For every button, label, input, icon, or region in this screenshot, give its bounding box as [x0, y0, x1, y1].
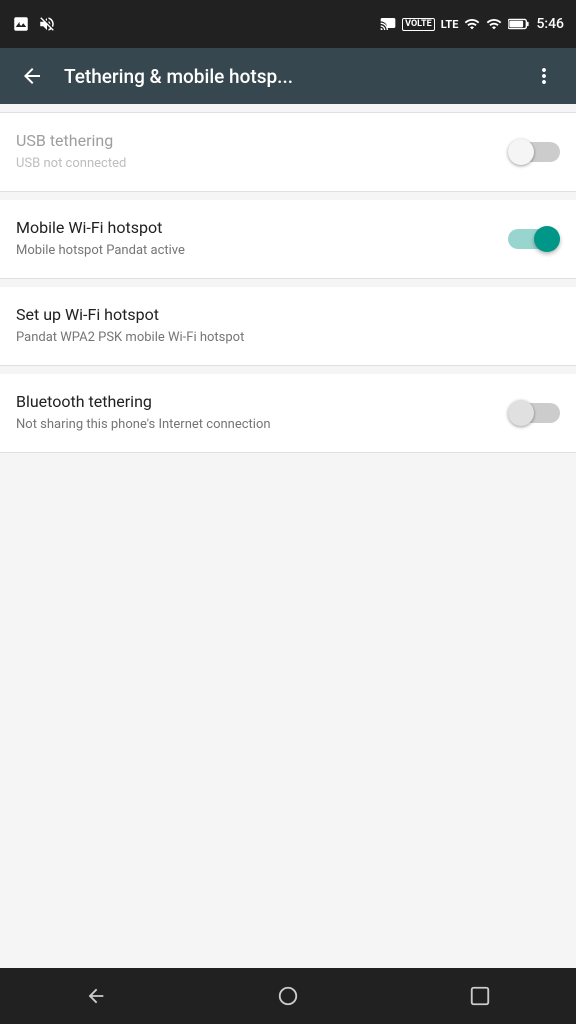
- usb-tethering-title: USB tethering: [16, 131, 492, 152]
- battery-icon: [508, 17, 530, 31]
- divider-4: [0, 453, 576, 461]
- divider-2: [0, 279, 576, 287]
- bluetooth-tethering-title: Bluetooth tethering: [16, 392, 492, 413]
- back-button[interactable]: [8, 52, 56, 100]
- navigation-bar: [0, 968, 576, 1024]
- status-time: 5:46: [536, 16, 564, 32]
- bluetooth-tethering-toggle-thumb: [508, 400, 534, 426]
- nav-back-button[interactable]: [60, 968, 132, 1024]
- divider-1: [0, 192, 576, 200]
- signal1-icon: [464, 16, 480, 32]
- nav-home-button[interactable]: [252, 968, 324, 1024]
- usb-tethering-subtitle: USB not connected: [16, 155, 492, 173]
- settings-content: USB tethering USB not connected Mobile W…: [0, 104, 576, 968]
- bluetooth-tethering-toggle[interactable]: [508, 398, 560, 428]
- mobile-wifi-hotspot-text: Mobile Wi-Fi hotspot Mobile hotspot Pand…: [16, 218, 492, 260]
- setup-wifi-hotspot-item[interactable]: Set up Wi-Fi hotspot Pandat WPA2 PSK mob…: [0, 287, 576, 366]
- usb-tethering-text: USB tethering USB not connected: [16, 131, 492, 173]
- status-bar: VOLTE LTE 5:46: [0, 0, 576, 48]
- usb-tethering-item[interactable]: USB tethering USB not connected: [0, 112, 576, 192]
- mobile-wifi-toggle[interactable]: [508, 224, 560, 254]
- mobile-wifi-hotspot-item[interactable]: Mobile Wi-Fi hotspot Mobile hotspot Pand…: [0, 200, 576, 279]
- bluetooth-tethering-subtitle: Not sharing this phone's Internet connec…: [16, 416, 492, 434]
- page-title: Tethering & mobile hotsp...: [64, 65, 520, 88]
- cast-icon: [380, 16, 396, 32]
- nav-recent-button[interactable]: [444, 968, 516, 1024]
- setup-wifi-hotspot-subtitle: Pandat WPA2 PSK mobile Wi-Fi hotspot: [16, 329, 544, 347]
- more-options-button[interactable]: [520, 52, 568, 100]
- mute-icon: [38, 15, 56, 33]
- setup-wifi-hotspot-title: Set up Wi-Fi hotspot: [16, 305, 544, 326]
- bluetooth-tethering-text: Bluetooth tethering Not sharing this pho…: [16, 392, 492, 434]
- signal2-icon: [486, 16, 502, 32]
- status-bar-right-icons: VOLTE LTE 5:46: [380, 16, 564, 32]
- setup-wifi-hotspot-text: Set up Wi-Fi hotspot Pandat WPA2 PSK mob…: [16, 305, 544, 347]
- gallery-icon: [12, 15, 30, 33]
- toolbar: Tethering & mobile hotsp...: [0, 48, 576, 104]
- mobile-wifi-hotspot-subtitle: Mobile hotspot Pandat active: [16, 242, 492, 260]
- bluetooth-tethering-item[interactable]: Bluetooth tethering Not sharing this pho…: [0, 374, 576, 453]
- usb-tethering-toggle-thumb: [508, 139, 534, 165]
- divider-3: [0, 366, 576, 374]
- mobile-wifi-hotspot-title: Mobile Wi-Fi hotspot: [16, 218, 492, 239]
- status-bar-left-icons: [12, 15, 56, 33]
- lte-icon: LTE: [441, 18, 459, 31]
- mobile-wifi-toggle-thumb: [534, 226, 560, 252]
- volte-badge: VOLTE: [402, 18, 435, 31]
- usb-tethering-toggle[interactable]: [508, 137, 560, 167]
